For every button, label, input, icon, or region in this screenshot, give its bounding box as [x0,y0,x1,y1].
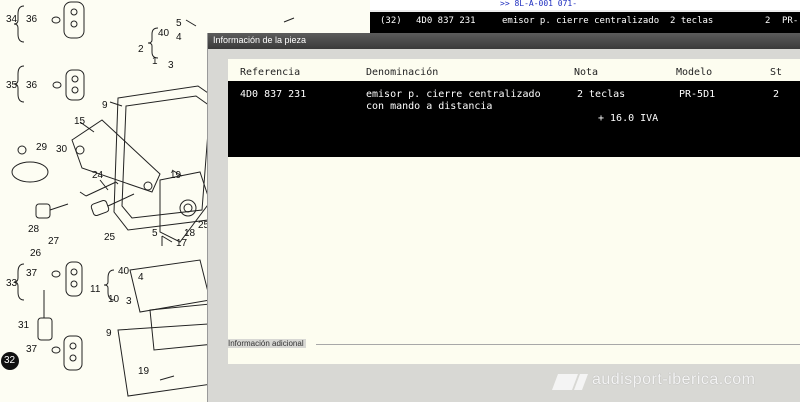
callout-label: 37 [26,344,38,355]
key-fob-top [63,1,85,39]
reference-hint: >> 8L-A-001 071- [500,0,578,8]
selected-part-row[interactable]: 4D0 837 231 emisor p. cierre centralizad… [228,81,800,157]
part-info-dialog: Información de la pieza Referencia Denom… [207,33,800,402]
callout-label: 31 [18,320,30,331]
callout-label: 36 [26,14,38,25]
row-reference: 4D0 837 231 [416,16,476,26]
part-description-line1: emisor p. cierre centralizado [366,89,541,100]
additional-info-label: Información adicional [228,339,306,348]
part-description-line2: con mando a distancia [366,101,493,112]
callout-label: 33 [6,278,18,289]
callout-label: 29 [36,142,48,153]
callout-label: 2 [138,44,144,55]
callout-label: 4 [138,272,144,283]
column-header-reference: Referencia [240,67,301,78]
callout-label: 17 [176,238,188,249]
callout-label: 1 [152,56,158,67]
callout-label: 3 [168,60,174,71]
callout-label: 9 [102,100,108,111]
watermark-text: audisport-iberica.com [592,371,756,388]
watermark-logo-icon [552,374,588,390]
callout-label: 5 [152,228,158,239]
callout-label: 34 [6,14,18,25]
callout-label: 36 [26,80,38,91]
callout-label: 19 [170,170,182,181]
row-note: 2 teclas [670,16,714,26]
callout-label: 30 [56,144,68,155]
groupbox-border [316,344,800,345]
callout-label: 35 [6,80,18,91]
row-col: 2 [765,16,771,26]
row-description: emisor p. cierre centralizado [502,16,660,26]
callout-label: 19 [138,366,150,377]
row-model: PR- [782,16,799,26]
callout-label: 10 [108,294,120,305]
table-row[interactable]: (32) 4D0 837 231 emisor p. cierre centra… [370,12,800,34]
callout-label: 15 [74,116,86,127]
key-fob-flat [11,161,49,183]
watermark: audisport-iberica.com [552,371,792,393]
column-header-note: Nota [574,67,599,78]
callout-label: 25 [104,232,116,243]
part-reference: 4D0 837 231 [240,89,307,100]
part-note: 2 teclas [577,89,626,100]
callout-label: 5 [176,18,182,29]
callout-label: 26 [30,248,42,259]
callout-label: 9 [106,328,112,339]
callout-label: 3 [126,296,132,307]
callout-label: 24 [92,170,104,181]
key-fob-lower [65,261,83,297]
part-st: 2 [773,89,780,100]
callout-label: 40 [158,28,170,39]
column-header-model: Modelo [676,67,713,78]
callout-label: 11 [90,284,101,295]
column-header-description: Denominación [366,67,439,78]
callout-label: 32 [4,355,16,366]
callout-label: 40 [118,266,130,277]
callout-label: 37 [26,268,38,279]
part-info-panel: Referencia Denominación Nota Modelo St 4… [228,59,800,364]
row-index: (32) [380,16,402,26]
background-parts-list: >> 8L-A-001 071- (32) 4D0 837 231 emisor… [370,0,800,34]
part-model: PR-5D1 [679,89,716,100]
column-header-st: St [770,67,783,78]
callout-label: 28 [28,224,40,235]
dialog-titlebar[interactable]: Información de la pieza [208,33,800,49]
list-header-strip [370,0,800,10]
part-vat: + 16.0 IVA [598,113,659,124]
dialog-title: Información de la pieza [213,35,307,45]
callout-label: 4 [176,32,182,43]
callout-label: 27 [48,236,60,247]
key-fob-mid [65,69,85,101]
